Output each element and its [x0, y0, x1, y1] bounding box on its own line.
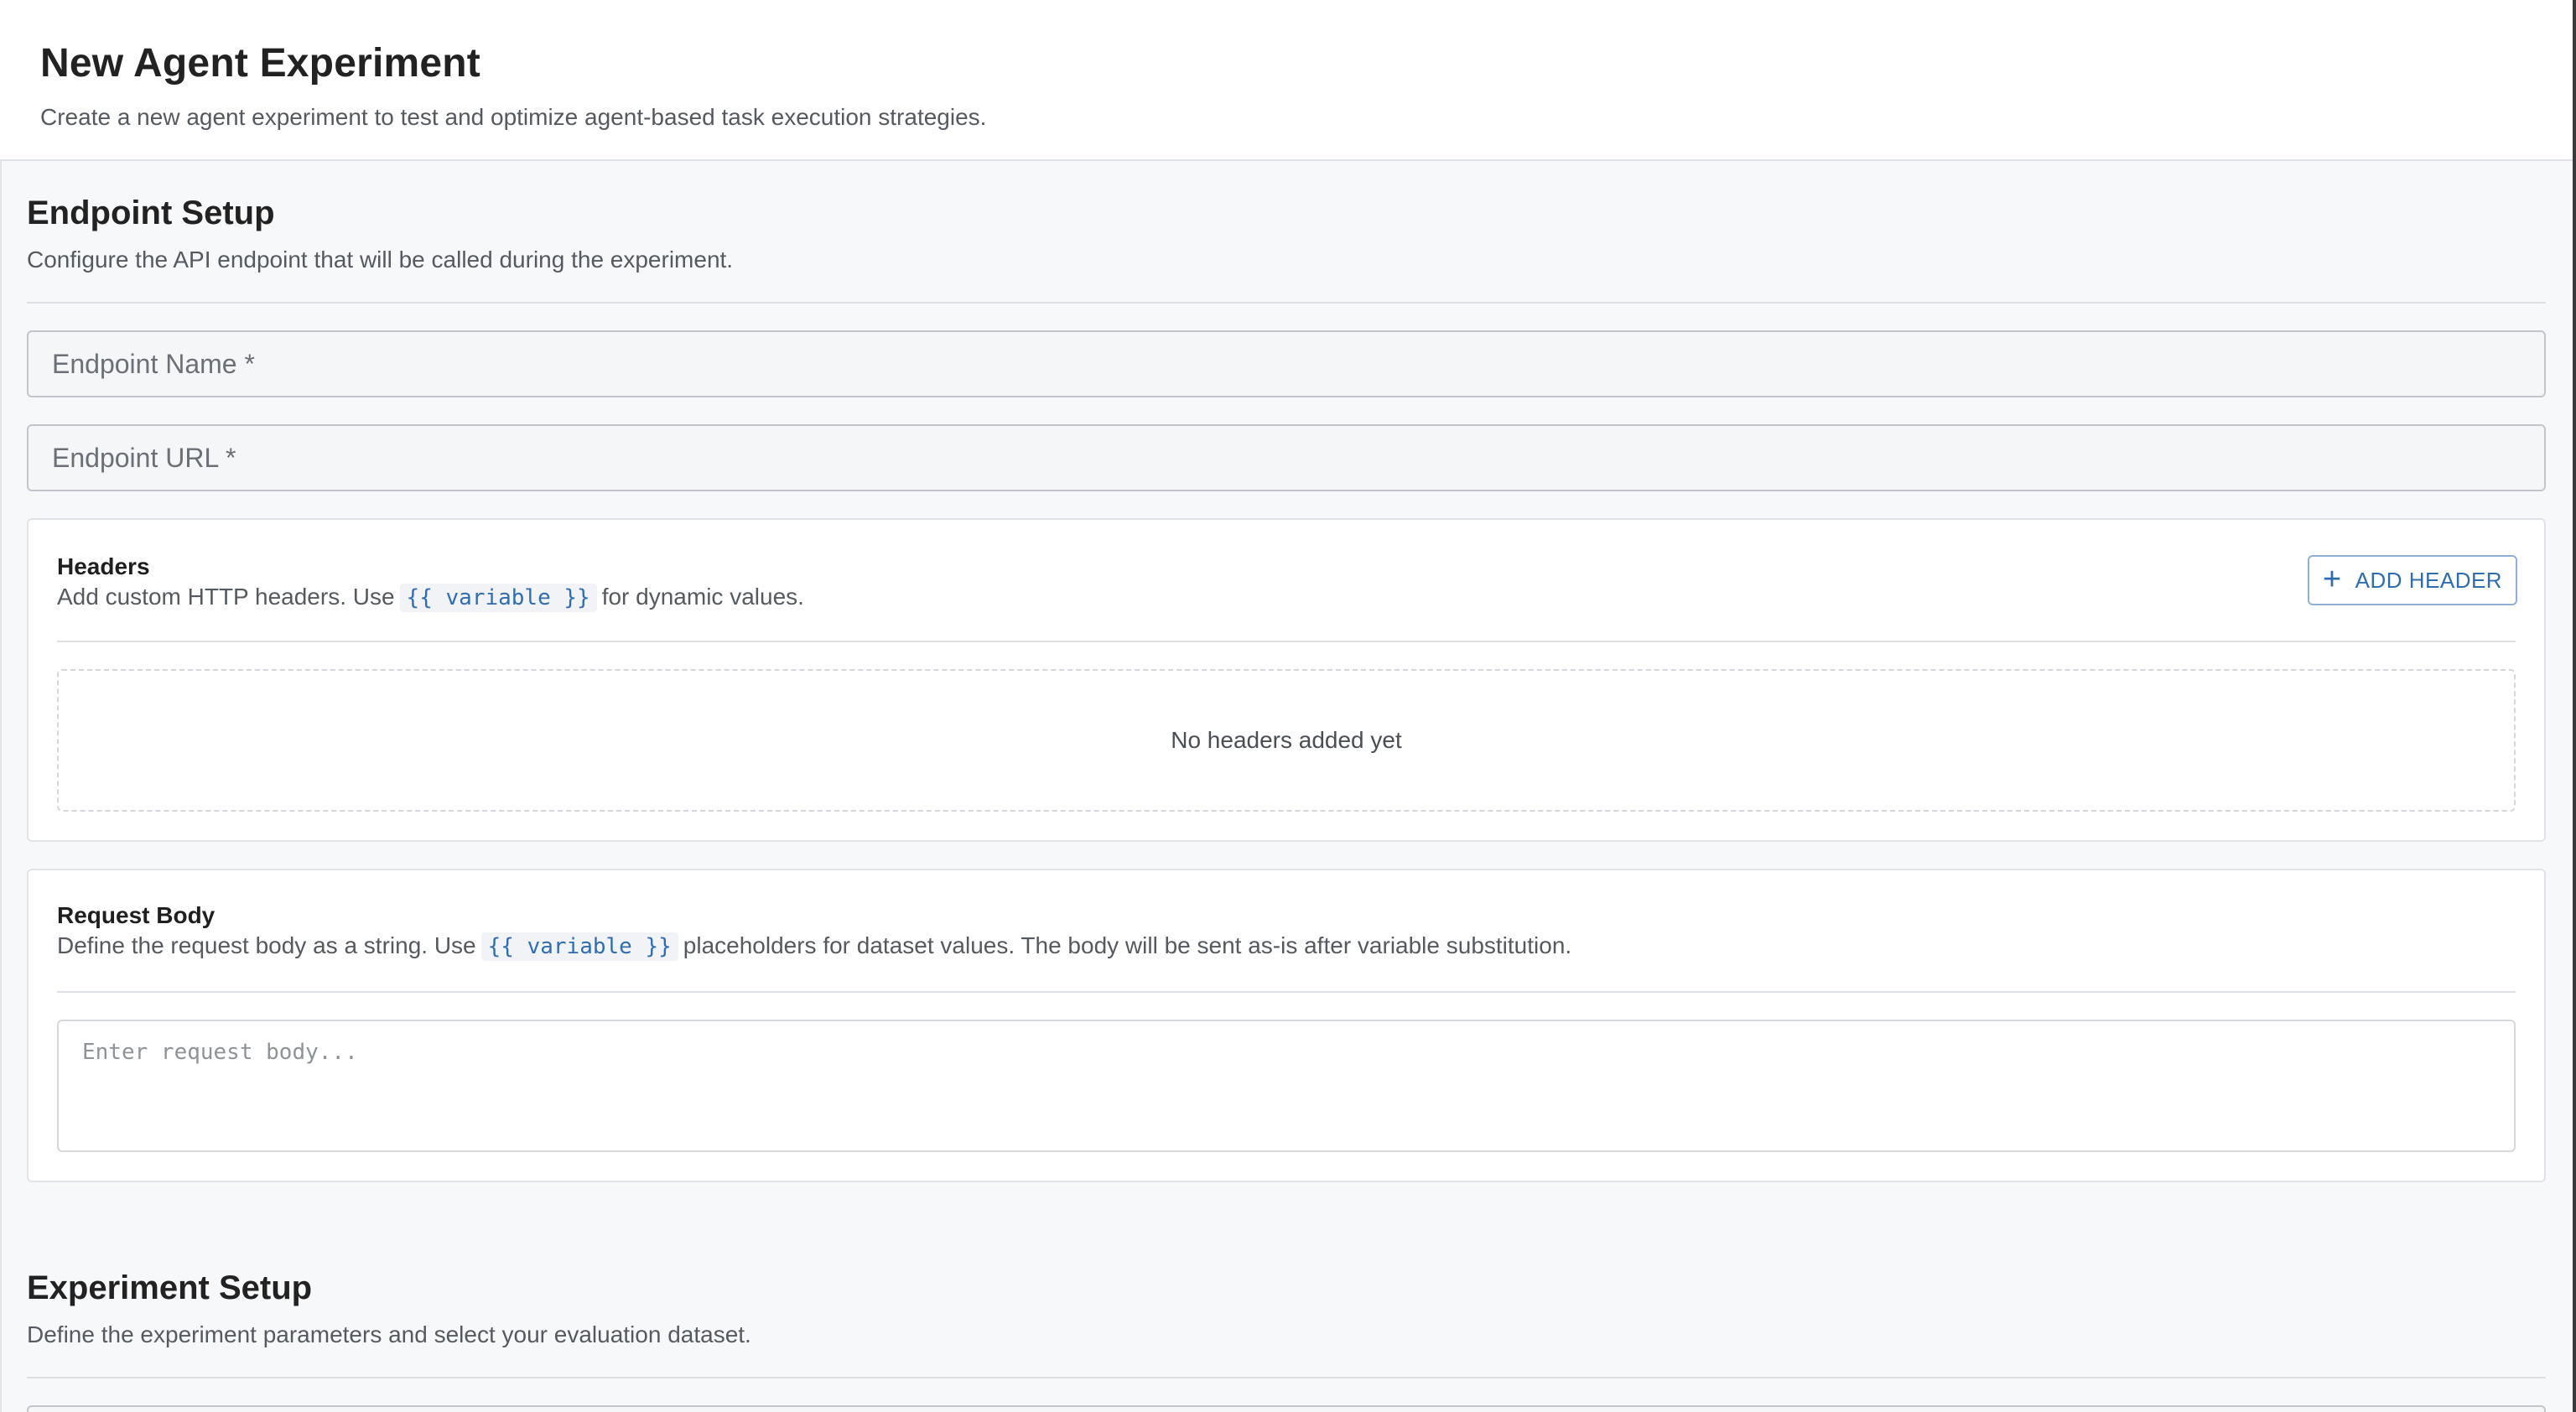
request-body-desc-after: placeholders for dataset values. The bod… [683, 932, 1572, 958]
section-divider [27, 1377, 2546, 1378]
request-body-textarea[interactable] [57, 1020, 2516, 1152]
headers-card: Headers Add custom HTTP headers. Use{{ v… [27, 518, 2546, 842]
request-body-description: Define the request body as a string. Use… [57, 932, 1571, 961]
content-left-border [0, 161, 2, 1412]
headers-title: Headers [57, 553, 150, 579]
headers-empty-state: No headers added yet [57, 669, 2516, 812]
endpoint-name-input[interactable] [27, 330, 2546, 397]
section-divider [27, 302, 2546, 304]
page-subtitle: Create a new agent experiment to test an… [40, 104, 987, 130]
endpoint-setup-title: Endpoint Setup [27, 195, 275, 231]
variable-token: {{ variable }} [399, 584, 597, 612]
plus-icon: + [2322, 562, 2342, 597]
endpoint-setup-description: Configure the API endpoint that will be … [27, 247, 734, 273]
endpoint-url-input[interactable] [27, 424, 2546, 491]
page-title: New Agent Experiment [40, 41, 480, 86]
headers-desc-before: Add custom HTTP headers. Use [57, 584, 395, 610]
page-header: New Agent Experiment Create a new agent … [0, 0, 2573, 161]
headers-empty-text: No headers added yet [1171, 727, 1402, 753]
experiment-setup-description: Define the experiment parameters and sel… [27, 1321, 751, 1347]
headers-desc-after: for dynamic values. [601, 584, 804, 610]
headers-description: Add custom HTTP headers. Use{{ variable … [57, 584, 804, 612]
variable-token: {{ variable }} [480, 932, 678, 961]
headers-divider [57, 641, 2516, 642]
add-header-button[interactable]: + ADD HEADER [2308, 555, 2517, 605]
request-body-divider [57, 991, 2516, 993]
request-body-card: Request Body Define the request body as … [27, 869, 2546, 1182]
add-header-label: ADD HEADER [2355, 567, 2503, 593]
request-body-desc-before: Define the request body as a string. Use [57, 932, 476, 958]
experiment-field-partial[interactable] [27, 1405, 2546, 1412]
request-body-title: Request Body [57, 902, 216, 928]
window-right-edge [2573, 0, 2576, 1412]
experiment-setup-title: Experiment Setup [27, 1269, 313, 1306]
